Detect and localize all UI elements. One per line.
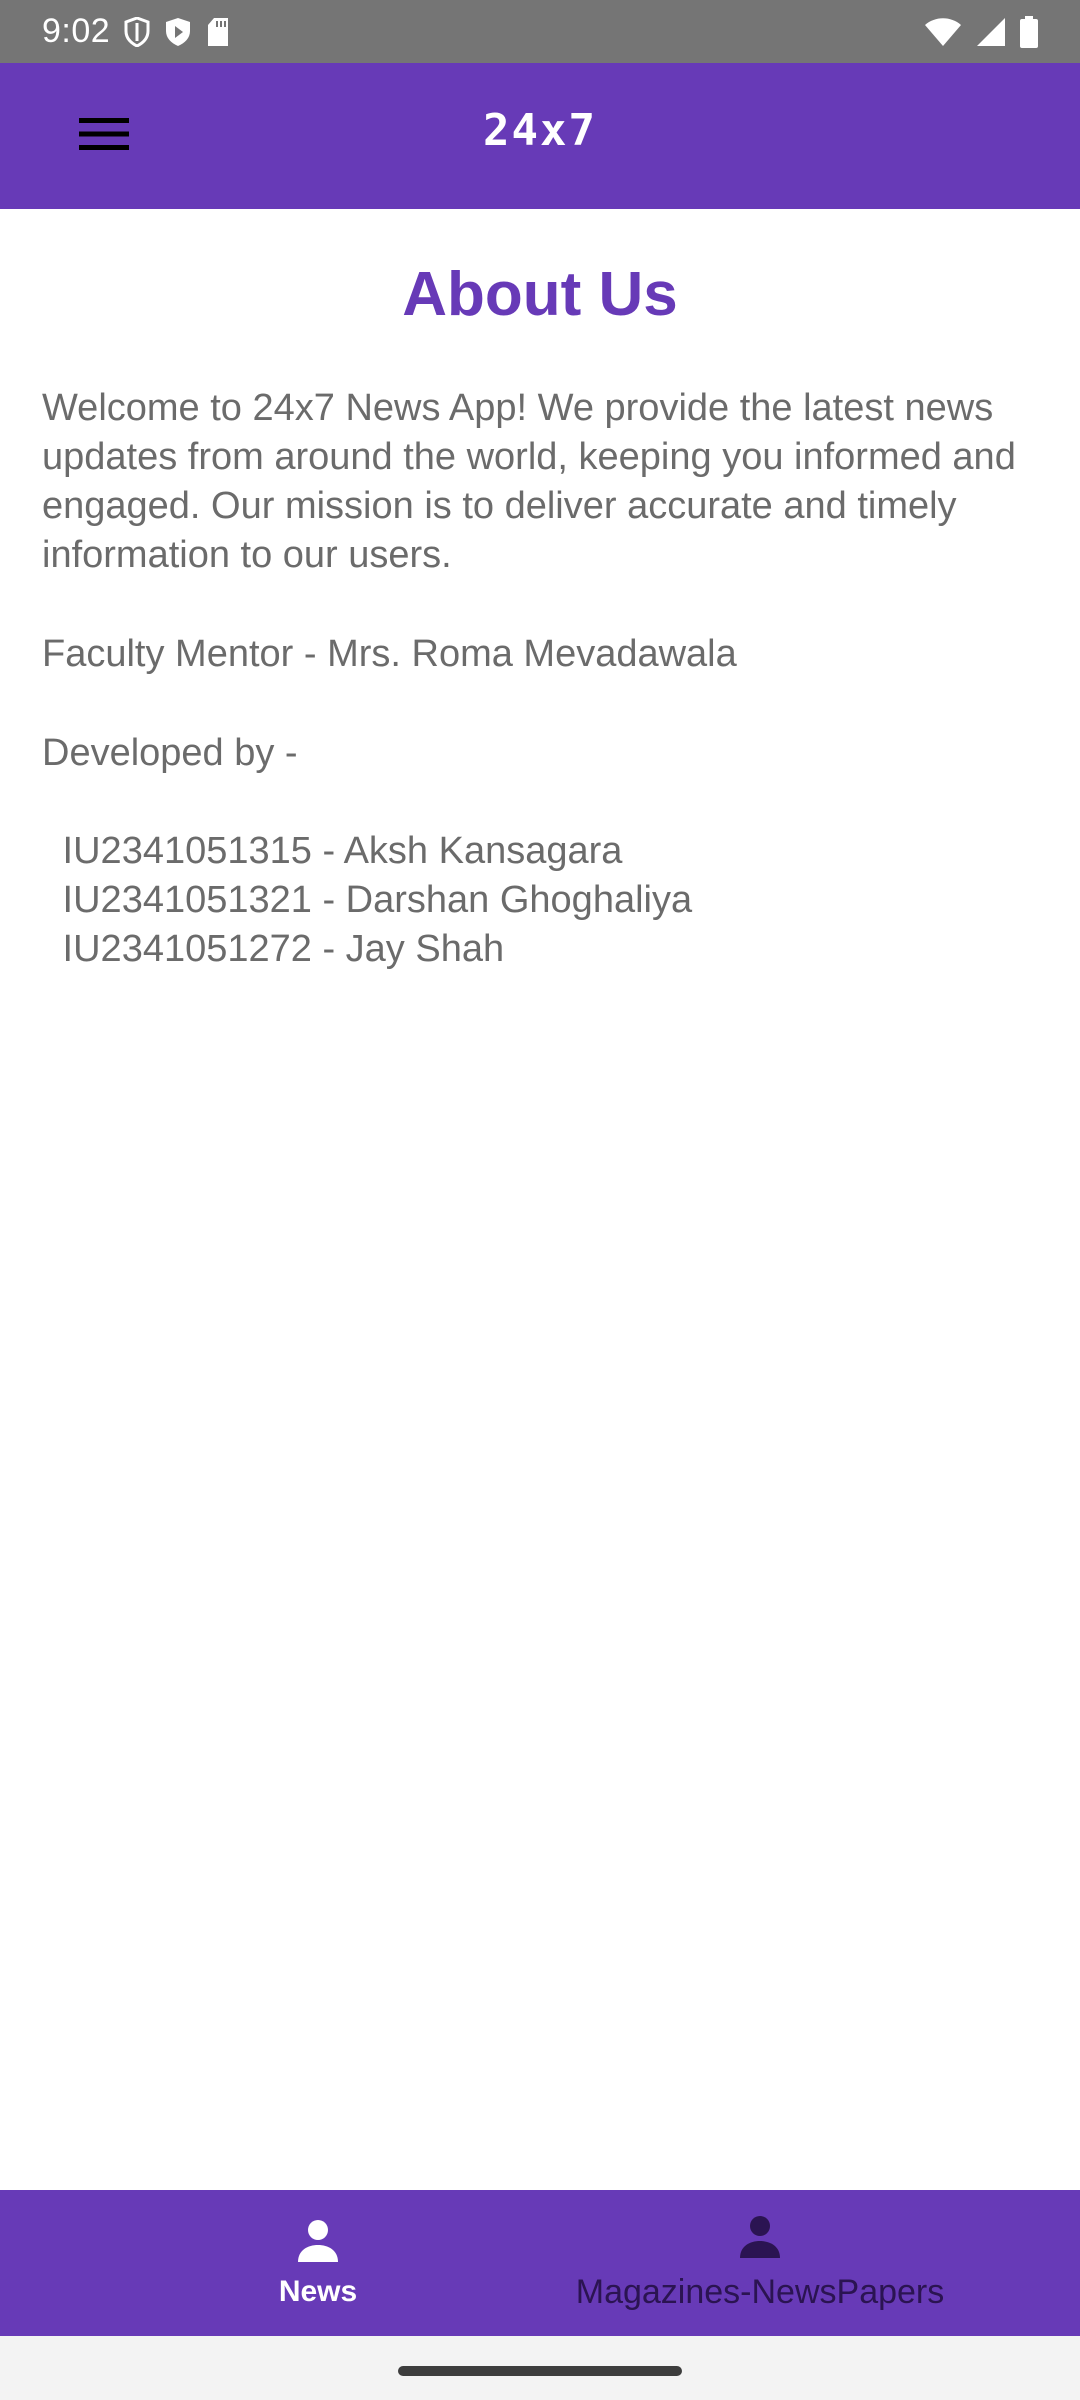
- nav-item-news[interactable]: News: [200, 2190, 436, 2336]
- shield-icon: [124, 16, 150, 47]
- play-protect-icon: [164, 17, 192, 47]
- developer-item: IU2341051315 - Aksh Kansagara: [52, 830, 623, 872]
- gesture-navigation-area: [0, 2336, 1080, 2400]
- battery-icon: [1020, 15, 1038, 48]
- nav-label-magazines-newspapers: Magazines-NewsPapers: [575, 2273, 945, 2311]
- status-right: [924, 15, 1038, 48]
- developed-by-label: Developed by -: [42, 732, 298, 774]
- bottom-navigation: News Magazines-NewsPapers: [0, 2190, 1080, 2336]
- nav-item-magazines-newspapers[interactable]: Magazines-NewsPapers: [540, 2190, 980, 2336]
- person-icon: [295, 2218, 341, 2269]
- signal-icon: [976, 17, 1006, 47]
- developer-item: IU2341051272 - Jay Shah: [52, 928, 505, 970]
- sd-card-icon: [206, 17, 230, 47]
- page-title: About Us: [402, 260, 678, 329]
- wifi-icon: [924, 17, 962, 47]
- faculty-mentor: Faculty Mentor - Mrs. Roma Mevadawala: [42, 633, 737, 675]
- app-bar: 24x7: [0, 63, 1080, 209]
- status-bar: 9:02: [0, 0, 1080, 63]
- status-time: 9:02: [42, 12, 111, 50]
- person-icon: [737, 2214, 783, 2265]
- about-page: About Us Welcome to 24x7 News App! We pr…: [0, 209, 1080, 2190]
- home-gesture-handle[interactable]: [398, 2366, 682, 2376]
- status-left: 9:02: [42, 12, 230, 51]
- app-title: 24x7: [483, 105, 597, 156]
- developer-list: IU2341051315 - Aksh Kansagara IU23410513…: [52, 827, 1052, 974]
- about-description: Welcome to 24x7 News App! We provide the…: [42, 387, 1016, 576]
- developer-item: IU2341051321 - Darshan Ghoghaliya: [52, 879, 693, 921]
- nav-label-news: News: [278, 2274, 358, 2308]
